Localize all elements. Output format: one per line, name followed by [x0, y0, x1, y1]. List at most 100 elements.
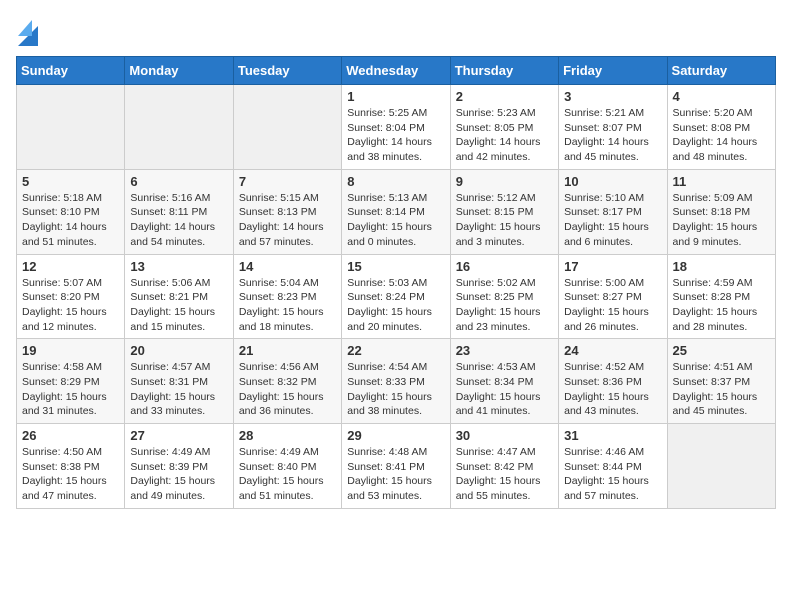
day-info: Sunrise: 4:49 AM Sunset: 8:39 PM Dayligh…	[130, 445, 227, 504]
day-number: 26	[22, 428, 119, 443]
calendar-cell: 30Sunrise: 4:47 AM Sunset: 8:42 PM Dayli…	[450, 424, 558, 509]
logo-icon	[18, 16, 38, 46]
day-number: 24	[564, 343, 661, 358]
day-info: Sunrise: 4:50 AM Sunset: 8:38 PM Dayligh…	[22, 445, 119, 504]
calendar-week-2: 5Sunrise: 5:18 AM Sunset: 8:10 PM Daylig…	[17, 169, 776, 254]
calendar-cell: 12 Sunrise: 5:07 AM Sunset: 8:20 PM Dayli…	[17, 254, 125, 339]
calendar-cell: 9 Sunrise: 5:12 AM Sunset: 8:15 PM Daylig…	[450, 169, 558, 254]
calendar-cell: 10 Sunrise: 5:10 AM Sunset: 8:17 PM Dayli…	[559, 169, 667, 254]
calendar-week-4: 19 Sunrise: 4:58 AM Sunset: 8:29 PM Dayli…	[17, 339, 776, 424]
weekday-header-thursday: Thursday	[450, 57, 558, 85]
calendar-cell: 6 Sunrise: 5:16 AM Sunset: 8:11 PM Daylig…	[125, 169, 233, 254]
calendar-cell: 27 Sunrise: 4:49 AM Sunset: 8:39 PM Dayli…	[125, 424, 233, 509]
day-number: 14	[239, 259, 336, 274]
calendar-cell: 19 Sunrise: 4:58 AM Sunset: 8:29 PM Dayli…	[17, 339, 125, 424]
calendar-week-5: 26 Sunrise: 4:50 AM Sunset: 8:38 PM Dayli…	[17, 424, 776, 509]
day-info: Sunrise: 5:06 AM Sunset: 8:21 PM Dayligh…	[130, 276, 227, 335]
calendar-table: SundayMondayTuesdayWednesdayThursdayFrid…	[16, 56, 776, 509]
day-info: Sunrise: 4:52 AM Sunset: 8:36 PM Dayligh…	[564, 360, 661, 419]
day-info: Sunrise: 5:02 AM Sunset: 8:25 PM Dayligh…	[456, 276, 553, 335]
day-number: 5	[22, 174, 119, 189]
calendar-cell: 3 Sunrise: 5:21 AM Sunset: 8:07 PM Daylig…	[559, 85, 667, 170]
day-info: Sunrise: 5:03 AM Sunset: 8:24 PM Dayligh…	[347, 276, 444, 335]
calendar-cell	[17, 85, 125, 170]
calendar-cell: 16 Sunrise: 5:02 AM Sunset: 8:25 PM Dayli…	[450, 254, 558, 339]
calendar-cell: 2Sunrise: 5:23 AM Sunset: 8:05 PM Daylig…	[450, 85, 558, 170]
day-info: Sunrise: 4:58 AM Sunset: 8:29 PM Dayligh…	[22, 360, 119, 419]
day-number: 28	[239, 428, 336, 443]
day-info: Sunrise: 5:00 AM Sunset: 8:27 PM Dayligh…	[564, 276, 661, 335]
calendar-cell: 17 Sunrise: 5:00 AM Sunset: 8:27 PM Dayli…	[559, 254, 667, 339]
weekday-header-tuesday: Tuesday	[233, 57, 341, 85]
calendar-cell	[125, 85, 233, 170]
weekday-header-wednesday: Wednesday	[342, 57, 450, 85]
calendar-cell: 23 Sunrise: 4:53 AM Sunset: 8:34 PM Dayli…	[450, 339, 558, 424]
day-number: 16	[456, 259, 553, 274]
day-number: 13	[130, 259, 227, 274]
day-number: 9	[456, 174, 553, 189]
calendar-cell: 18 Sunrise: 4:59 AM Sunset: 8:28 PM Dayli…	[667, 254, 775, 339]
calendar-week-1: 1 Sunrise: 5:25 AM Sunset: 8:04 PM Daylig…	[17, 85, 776, 170]
day-number: 19	[22, 343, 119, 358]
day-info: Sunrise: 5:09 AM Sunset: 8:18 PM Dayligh…	[673, 191, 770, 250]
day-info: Sunrise: 5:12 AM Sunset: 8:15 PM Dayligh…	[456, 191, 553, 250]
calendar-cell: 11 Sunrise: 5:09 AM Sunset: 8:18 PM Dayli…	[667, 169, 775, 254]
day-number: 17	[564, 259, 661, 274]
day-number: 10	[564, 174, 661, 189]
day-info: Sunrise: 4:49 AM Sunset: 8:40 PM Dayligh…	[239, 445, 336, 504]
day-info: Sunrise: 4:46 AM Sunset: 8:44 PM Dayligh…	[564, 445, 661, 504]
day-number: 25	[673, 343, 770, 358]
calendar-cell: 29 Sunrise: 4:48 AM Sunset: 8:41 PM Dayli…	[342, 424, 450, 509]
calendar-cell	[233, 85, 341, 170]
day-number: 11	[673, 174, 770, 189]
day-number: 1	[347, 89, 444, 104]
day-number: 4	[673, 89, 770, 104]
day-number: 12	[22, 259, 119, 274]
day-number: 8	[347, 174, 444, 189]
day-info: Sunrise: 4:57 AM Sunset: 8:31 PM Dayligh…	[130, 360, 227, 419]
calendar-cell: 26 Sunrise: 4:50 AM Sunset: 8:38 PM Dayli…	[17, 424, 125, 509]
day-number: 30	[456, 428, 553, 443]
weekday-header-saturday: Saturday	[667, 57, 775, 85]
day-info: Sunrise: 5:10 AM Sunset: 8:17 PM Dayligh…	[564, 191, 661, 250]
day-number: 23	[456, 343, 553, 358]
day-info: Sunrise: 4:53 AM Sunset: 8:34 PM Dayligh…	[456, 360, 553, 419]
day-info: Sunrise: 5:25 AM Sunset: 8:04 PM Dayligh…	[347, 106, 444, 165]
day-number: 3	[564, 89, 661, 104]
calendar-cell: 31 Sunrise: 4:46 AM Sunset: 8:44 PM Dayli…	[559, 424, 667, 509]
weekday-header-sunday: Sunday	[17, 57, 125, 85]
day-number: 18	[673, 259, 770, 274]
calendar-cell: 20 Sunrise: 4:57 AM Sunset: 8:31 PM Dayli…	[125, 339, 233, 424]
calendar-cell: 1 Sunrise: 5:25 AM Sunset: 8:04 PM Daylig…	[342, 85, 450, 170]
calendar-cell: 22 Sunrise: 4:54 AM Sunset: 8:33 PM Dayli…	[342, 339, 450, 424]
day-number: 31	[564, 428, 661, 443]
day-info: Sunrise: 4:54 AM Sunset: 8:33 PM Dayligh…	[347, 360, 444, 419]
day-number: 29	[347, 428, 444, 443]
day-number: 22	[347, 343, 444, 358]
day-info: Sunrise: 4:59 AM Sunset: 8:28 PM Dayligh…	[673, 276, 770, 335]
day-number: 6	[130, 174, 227, 189]
weekday-header-friday: Friday	[559, 57, 667, 85]
day-number: 27	[130, 428, 227, 443]
calendar-cell	[667, 424, 775, 509]
day-info: Sunrise: 5:23 AM Sunset: 8:05 PM Dayligh…	[456, 106, 553, 165]
calendar-cell: 28 Sunrise: 4:49 AM Sunset: 8:40 PM Dayli…	[233, 424, 341, 509]
calendar-cell: 24 Sunrise: 4:52 AM Sunset: 8:36 PM Dayli…	[559, 339, 667, 424]
day-info: Sunrise: 5:20 AM Sunset: 8:08 PM Dayligh…	[673, 106, 770, 165]
day-number: 7	[239, 174, 336, 189]
calendar-cell: 4 Sunrise: 5:20 AM Sunset: 8:08 PM Daylig…	[667, 85, 775, 170]
calendar-cell: 15 Sunrise: 5:03 AM Sunset: 8:24 PM Dayli…	[342, 254, 450, 339]
day-info: Sunrise: 4:48 AM Sunset: 8:41 PM Dayligh…	[347, 445, 444, 504]
day-info: Sunrise: 5:07 AM Sunset: 8:20 PM Dayligh…	[22, 276, 119, 335]
day-number: 15	[347, 259, 444, 274]
day-info: Sunrise: 5:04 AM Sunset: 8:23 PM Dayligh…	[239, 276, 336, 335]
calendar-cell: 8Sunrise: 5:13 AM Sunset: 8:14 PM Daylig…	[342, 169, 450, 254]
day-info: Sunrise: 5:16 AM Sunset: 8:11 PM Dayligh…	[130, 191, 227, 250]
day-number: 20	[130, 343, 227, 358]
calendar-week-3: 12 Sunrise: 5:07 AM Sunset: 8:20 PM Dayli…	[17, 254, 776, 339]
calendar-cell: 21Sunrise: 4:56 AM Sunset: 8:32 PM Dayli…	[233, 339, 341, 424]
day-info: Sunrise: 4:56 AM Sunset: 8:32 PM Dayligh…	[239, 360, 336, 419]
day-info: Sunrise: 5:21 AM Sunset: 8:07 PM Dayligh…	[564, 106, 661, 165]
logo	[16, 16, 38, 46]
calendar-cell: 7Sunrise: 5:15 AM Sunset: 8:13 PM Daylig…	[233, 169, 341, 254]
